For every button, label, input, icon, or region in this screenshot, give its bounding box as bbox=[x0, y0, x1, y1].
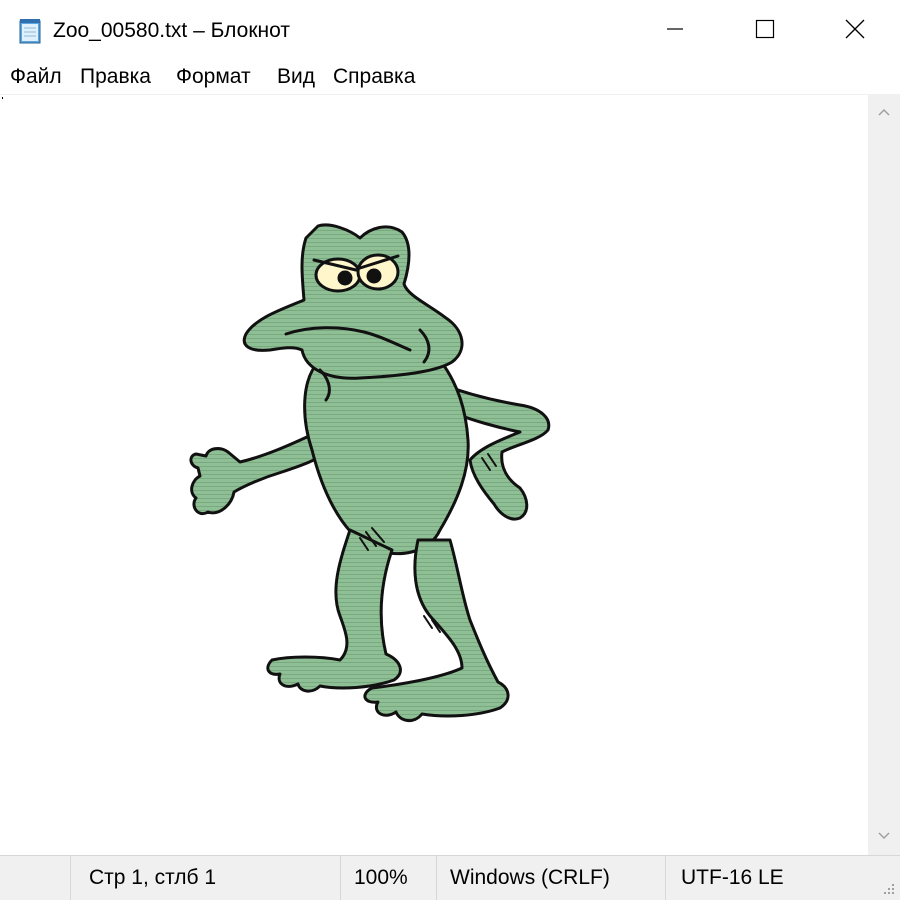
cursor-position: Стр 1, стлб 1 bbox=[89, 866, 217, 889]
frog-ascii-art bbox=[189, 223, 551, 722]
window-title: Zoo_00580.txt – Блокнот bbox=[53, 19, 290, 42]
maximize-button[interactable] bbox=[720, 0, 810, 62]
menu-help[interactable]: Справка bbox=[333, 62, 415, 94]
minimize-button[interactable] bbox=[630, 0, 720, 62]
maximize-icon bbox=[755, 19, 775, 44]
status-separator bbox=[340, 856, 341, 900]
menu-format[interactable]: Формат bbox=[176, 62, 251, 94]
status-separator bbox=[436, 856, 437, 900]
vertical-scrollbar[interactable] bbox=[868, 95, 900, 855]
scroll-down-button[interactable] bbox=[868, 819, 900, 855]
chevron-down-icon bbox=[877, 828, 891, 846]
status-separator bbox=[70, 856, 71, 900]
status-separator bbox=[665, 856, 666, 900]
notepad-icon bbox=[18, 17, 44, 45]
menu-edit[interactable]: Правка bbox=[80, 62, 151, 94]
line-endings: Windows (CRLF) bbox=[450, 866, 610, 889]
close-button[interactable] bbox=[810, 0, 900, 62]
menu-file[interactable]: Файл bbox=[10, 62, 62, 94]
menu-bar: Файл Правка Формат Вид Справка bbox=[0, 62, 900, 94]
status-bar: Стр 1, стлб 1 100% Windows (CRLF) UTF-16… bbox=[0, 855, 900, 900]
chevron-up-icon bbox=[877, 104, 891, 122]
resize-grip-icon[interactable] bbox=[880, 880, 896, 896]
close-icon bbox=[844, 18, 866, 45]
minimize-icon bbox=[665, 19, 685, 44]
scroll-up-button[interactable] bbox=[868, 95, 900, 131]
menu-view[interactable]: Вид bbox=[277, 62, 315, 94]
zoom-level: 100% bbox=[354, 866, 408, 889]
encoding: UTF-16 LE bbox=[681, 866, 784, 889]
text-editor[interactable] bbox=[0, 95, 868, 855]
title-bar: Zoo_00580.txt – Блокнот bbox=[0, 0, 900, 62]
